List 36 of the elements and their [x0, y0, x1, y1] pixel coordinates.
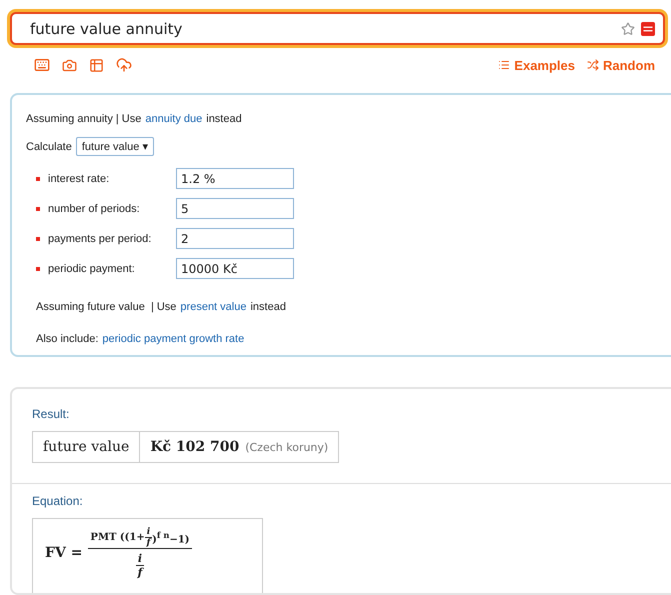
bullet-icon	[36, 206, 40, 210]
assumption-text: instead	[250, 301, 286, 313]
keyboard-icon[interactable]	[34, 57, 50, 73]
cloud-upload-icon[interactable]	[116, 57, 132, 73]
input-label: periodic payment:	[48, 262, 136, 274]
input-field[interactable]: 5	[176, 198, 294, 219]
calculate-label: Calculate	[26, 140, 72, 152]
input-field[interactable]: 2	[176, 228, 294, 249]
bullet-icon	[36, 236, 40, 240]
bullet-icon	[36, 266, 40, 270]
input-label: number of periods:	[48, 202, 141, 214]
table-icon[interactable]	[89, 58, 104, 72]
bullet-icon	[36, 176, 40, 180]
assumption-text: instead	[206, 113, 242, 125]
assumption-link[interactable]: present value	[180, 301, 246, 313]
assumption-link[interactable]: annuity due	[145, 113, 202, 125]
also-include-label: Also include:	[36, 333, 98, 345]
star-icon[interactable]	[621, 22, 635, 36]
table-cell: Kč 102 700 (Czech koruny)	[139, 432, 338, 462]
equals-icon[interactable]	[641, 22, 655, 36]
table-cell-text: future value	[42, 438, 130, 457]
input-field[interactable]: 10000 Kč	[176, 258, 294, 279]
search-field[interactable]: future value annuity	[10, 12, 665, 45]
camera-icon[interactable]	[62, 58, 77, 72]
input-label: payments per period:	[48, 232, 152, 244]
section-title: Result:	[32, 407, 70, 421]
calculate-dropdown[interactable]: future value ▾	[76, 137, 154, 156]
shuffle-icon	[587, 59, 599, 71]
input-field[interactable]: 1.2 %	[176, 168, 294, 189]
growth-rate-link[interactable]: periodic payment growth rate	[102, 333, 244, 345]
equation-lhs: FV =	[45, 545, 82, 561]
section-title: Equation:	[32, 494, 84, 508]
input-label: interest rate:	[48, 172, 110, 184]
assumption-text: Assuming future value | Use	[36, 301, 176, 313]
assumption-text: Assuming annuity | Use	[26, 113, 142, 125]
search-field[interactable]: future value annuity	[30, 20, 621, 38]
